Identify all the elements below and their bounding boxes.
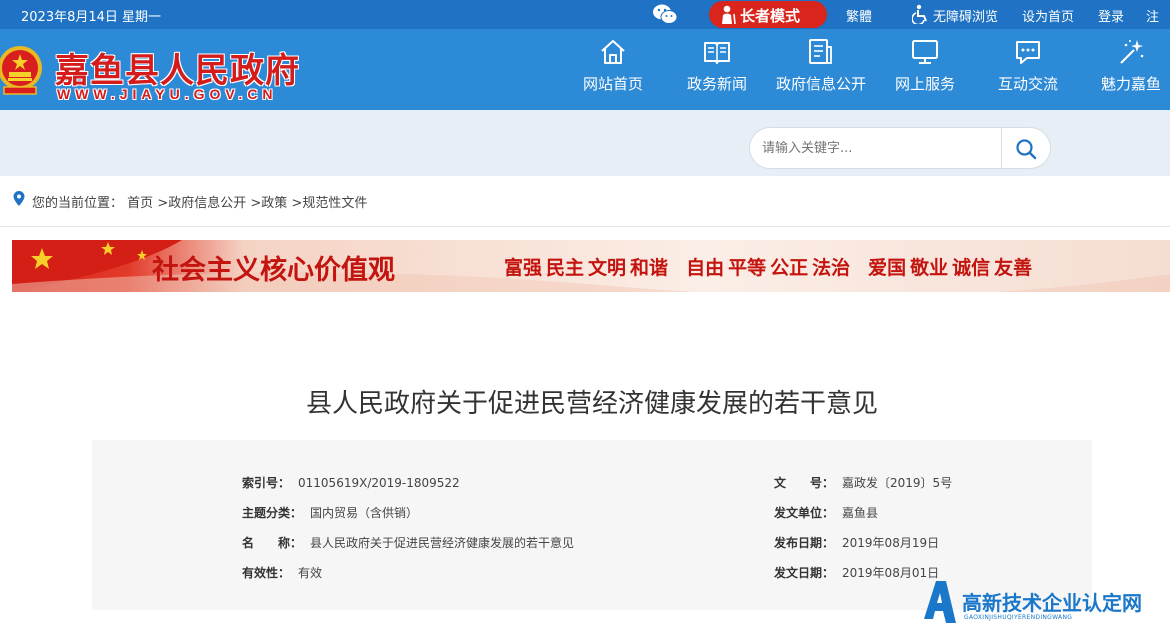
- core-value: 爱国: [868, 257, 907, 279]
- national-emblem-icon: [0, 46, 42, 95]
- info-disclosure-icon: [809, 39, 832, 64]
- breadcrumb-separator: >: [157, 196, 169, 211]
- meta-issuer: 发文单位： 嘉鱼县: [774, 504, 878, 521]
- sparkle-icon: [1120, 40, 1144, 64]
- current-date: 2023年8月14日 星期一: [21, 10, 162, 25]
- meta-topic: 主题分类： 国内贸易（含供销）: [242, 504, 418, 521]
- meta-topic-value: 国内贸易（含供销）: [310, 506, 419, 520]
- meta-docno-label: 文 号：: [774, 476, 835, 490]
- site-url: WWW.JIAYU.GOV.CN: [57, 86, 278, 102]
- site-header: 嘉鱼县人民政府 WWW.JIAYU.GOV.CN 网站首页 政务新闻 政府信息公…: [0, 29, 1170, 110]
- meta-index-value: 01105619X/2019-1809522: [298, 476, 460, 490]
- core-value: 友善: [994, 257, 1033, 279]
- elder-mode-label: 长者模式: [740, 7, 801, 25]
- core-value: 民主: [546, 257, 585, 279]
- meta-topic-label: 主题分类：: [242, 506, 303, 520]
- core-values-headline: 社会主义核心价值观: [152, 255, 395, 286]
- location-pin-icon: [13, 191, 25, 206]
- meta-published-value: 2019年08月19日: [842, 536, 940, 550]
- meta-docno: 文 号： 嘉政发〔2019〕5号: [774, 474, 952, 491]
- core-value: 法治: [812, 257, 851, 279]
- wechat-icon[interactable]: [652, 3, 678, 25]
- breadcrumb-separator: >: [250, 196, 262, 211]
- meta-issued-value: 2019年08月01日: [842, 566, 940, 580]
- core-value: 平等: [728, 257, 767, 279]
- search-box: [749, 127, 1051, 169]
- watermark-logo-icon: [924, 581, 956, 623]
- core-value: 富强: [504, 257, 543, 279]
- search-icon: [1016, 139, 1037, 160]
- meta-published-label: 发布日期：: [774, 536, 835, 550]
- monitor-icon: [912, 40, 938, 64]
- nav-online-service[interactable]: 网上服务: [887, 29, 963, 110]
- meta-issuer-label: 发文单位：: [774, 506, 835, 520]
- breadcrumb-prefix: 您的当前位置：: [32, 196, 124, 211]
- traditional-chinese-link[interactable]: 繁體: [846, 6, 872, 25]
- elder-mode-button[interactable]: 长者模式: [709, 1, 827, 28]
- search-button[interactable]: [1002, 128, 1050, 168]
- core-values-list: 富强 民主 文明 和谐 自由 平等 公正 法治 爱国 敬业 诚信 友善: [504, 253, 1036, 280]
- watermark: 高新技术企业认定网 GAOXINJISHUQIYERENDINGWANG: [922, 579, 1170, 627]
- document-title: 县人民政府关于促进民营经济健康发展的若干意见: [305, 389, 878, 419]
- nav-home-label: 网站首页: [582, 75, 643, 93]
- watermark-title: 高新技术企业认定网: [962, 591, 1142, 615]
- nav-info-disclosure-label: 政府信息公开: [775, 75, 866, 93]
- search-input[interactable]: [762, 137, 998, 159]
- core-value: 和谐: [630, 257, 669, 279]
- meta-validity: 有效性： 有效: [242, 564, 322, 581]
- meta-name-label: 名 称：: [242, 536, 303, 550]
- meta-issued-label: 发文日期：: [774, 566, 835, 580]
- meta-docno-value: 嘉政发〔2019〕5号: [842, 476, 953, 490]
- nav-charm-jiayu[interactable]: 魅力嘉鱼: [1093, 29, 1169, 110]
- nav-interaction[interactable]: 互动交流: [990, 29, 1066, 110]
- elder-person-icon: [722, 5, 736, 24]
- meta-name-value: 县人民政府关于促进民营经济健康发展的若干意见: [310, 536, 575, 550]
- core-value: 诚信: [952, 257, 991, 279]
- news-icon: [704, 42, 730, 64]
- nav-charm-jiayu-label: 魅力嘉鱼: [1100, 75, 1161, 93]
- meta-validity-value: 有效: [298, 566, 323, 580]
- nav-news-label: 政务新闻: [686, 75, 747, 93]
- core-values-banner: 社会主义核心价值观 富强 民主 文明 和谐 自由 平等 公正 法治 爱国 敬业 诚信 友善: [12, 240, 1170, 292]
- meta-index-label: 索引号：: [242, 476, 291, 490]
- meta-issued: 发文日期： 2019年08月01日: [774, 564, 939, 581]
- core-value: 自由: [686, 257, 725, 279]
- nav-interaction-label: 互动交流: [997, 75, 1058, 93]
- core-value: 敬业: [910, 257, 949, 279]
- nav-info-disclosure[interactable]: 政府信息公开: [770, 29, 872, 110]
- nav-online-service-label: 网上服务: [894, 75, 955, 93]
- breadcrumb-policy[interactable]: 政策: [261, 196, 287, 211]
- watermark-subtitle: GAOXINJISHUQIYERENDINGWANG: [964, 614, 1073, 621]
- search-band: [0, 110, 1170, 176]
- chat-icon: [1016, 41, 1040, 64]
- set-homepage-link[interactable]: 设为首页: [1022, 6, 1074, 25]
- core-value: 公正: [770, 257, 809, 279]
- meta-published: 发布日期： 2019年08月19日: [774, 534, 939, 551]
- meta-index: 索引号： 01105619X/2019-1809522: [242, 474, 460, 491]
- meta-name: 名 称： 县人民政府关于促进民营经济健康发展的若干意见: [242, 534, 574, 551]
- breadcrumb-divider: [0, 226, 1170, 227]
- nav-news[interactable]: 政务新闻: [679, 29, 755, 110]
- accessibility-label: 无障碍浏览: [933, 10, 999, 25]
- breadcrumb-separator: >: [291, 196, 303, 211]
- nav-home[interactable]: 网站首页: [574, 29, 652, 110]
- meta-validity-label: 有效性：: [242, 566, 291, 580]
- site-title[interactable]: 嘉鱼县人民政府: [55, 43, 300, 92]
- login-link[interactable]: 登录: [1098, 6, 1124, 25]
- meta-issuer-value: 嘉鱼县: [842, 506, 879, 520]
- top-bar: 2023年8月14日 星期一 长者模式 繁體 无障碍浏览 设为首页 登录 注册: [0, 0, 1170, 44]
- breadcrumb-home[interactable]: 首页: [127, 196, 153, 211]
- home-icon: [601, 40, 625, 64]
- breadcrumb-normative-docs[interactable]: 规范性文件: [302, 196, 367, 211]
- breadcrumb-info-disclosure[interactable]: 政府信息公开: [168, 196, 246, 211]
- core-value: 文明: [588, 257, 627, 279]
- wheelchair-icon: [912, 4, 927, 24]
